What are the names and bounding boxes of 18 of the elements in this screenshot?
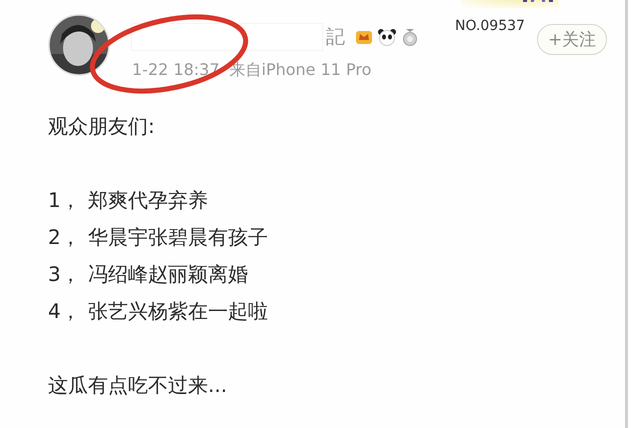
list-number: 2， [48,224,82,251]
post-time: 1-22 18:37 [132,60,220,81]
list-number: 4， [48,298,82,325]
list-item-text: 华晨宇张碧晨有孩子 [88,224,268,251]
crown-icon [355,28,373,46]
post-text: 观众朋友们: [48,113,156,140]
medal-icon [401,28,419,46]
follow-button[interactable]: +关注 [537,24,608,55]
list-number: 1， [48,187,82,214]
list-item-text: 张艺兴杨紫在一起啦 [88,298,268,325]
user-name[interactable]: 記 [326,24,345,50]
list-item-text: 郑爽代孕弃养 [88,187,208,214]
fan-number: NO.09537 [455,18,525,34]
list-item-text: 冯绍峰赵丽颖离婚 [88,261,248,288]
post-source: 来自iPhone 11 Pro [230,60,372,81]
panda-icon [377,28,397,46]
post-text: 这瓜有点吃不过来... [48,372,228,399]
list-number: 3， [48,261,82,288]
